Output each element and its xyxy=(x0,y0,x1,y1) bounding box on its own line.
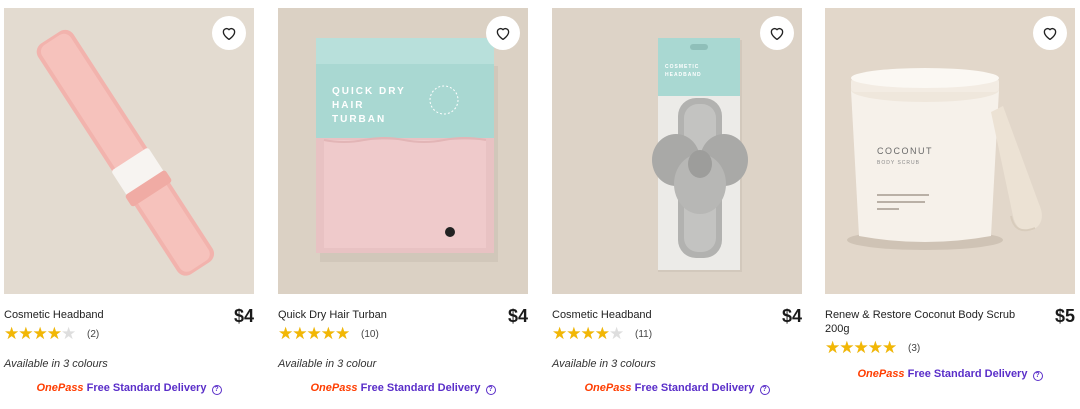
favourite-button[interactable] xyxy=(486,16,520,50)
product-rating[interactable]: ★★★★★ ★★★★★ (10) xyxy=(278,325,379,342)
product-rating[interactable]: ★★★★★ ★★★★★ (11) xyxy=(552,325,653,342)
onepass-logo: OnePass xyxy=(310,382,358,394)
heart-outline-icon xyxy=(496,27,510,41)
product-image[interactable] xyxy=(4,8,254,294)
onepass-logo: OnePass xyxy=(857,368,905,380)
stars-filled: ★★★★★ xyxy=(552,326,610,342)
heart-outline-icon xyxy=(222,27,236,41)
delivery-banner[interactable]: OnePass Free Standard Delivery ? xyxy=(552,382,802,395)
heart-outline-icon xyxy=(1043,27,1057,41)
product-info: Renew & Restore Coconut Body Scrub 200g … xyxy=(825,294,1075,408)
product-card[interactable]: Cosmetic Headband $4 ★★★★★ ★★★★★ (2) Ava… xyxy=(4,8,254,408)
delivery-label: Free Standard Delivery xyxy=(907,368,1028,380)
product-info: Quick Dry Hair Turban $4 ★★★★★ ★★★★★ (10… xyxy=(278,294,528,408)
coconut-scrub-tub-image: COCONUT BODY SCRUB xyxy=(825,8,1075,294)
delivery-label: Free Standard Delivery xyxy=(86,382,207,394)
package-line-1: COCONUT xyxy=(877,146,933,156)
review-count: (2) xyxy=(87,328,100,340)
delivery-label: Free Standard Delivery xyxy=(634,382,755,394)
review-count: (10) xyxy=(361,328,379,340)
favourite-button[interactable] xyxy=(1033,16,1067,50)
onepass-logo: OnePass xyxy=(584,382,632,394)
product-image[interactable]: COCONUT BODY SCRUB xyxy=(825,8,1075,294)
product-grid: Cosmetic Headband $4 ★★★★★ ★★★★★ (2) Ava… xyxy=(0,0,1080,409)
product-info: Cosmetic Headband $4 ★★★★★ ★★★★★ (2) Ava… xyxy=(4,294,254,408)
hair-turban-box-image: QUICK DRY HAIR TURBAN xyxy=(278,8,528,294)
availability-text: Available in 3 colours xyxy=(4,358,108,370)
package-line-2: HAIR xyxy=(332,100,364,111)
package-line-1: QUICK DRY xyxy=(332,86,406,97)
star-rating: ★★★★★ ★★★★★ xyxy=(278,325,361,342)
product-image[interactable]: COSMETIC HEADBAND xyxy=(552,8,802,294)
availability-text: Available in 3 colours xyxy=(552,358,656,370)
package-line-3: TURBAN xyxy=(332,114,386,125)
question-circle-icon[interactable]: ? xyxy=(485,385,496,395)
product-title[interactable]: Cosmetic Headband xyxy=(4,308,209,322)
question-circle-icon[interactable]: ? xyxy=(759,385,770,395)
favourite-button[interactable] xyxy=(212,16,246,50)
question-circle-icon[interactable]: ? xyxy=(1032,371,1043,381)
package-line-2: HEADBAND xyxy=(665,72,702,78)
favourite-button[interactable] xyxy=(760,16,794,50)
star-rating: ★★★★★ ★★★★★ xyxy=(825,339,908,356)
question-circle-icon[interactable]: ? xyxy=(211,385,222,395)
heart-outline-icon xyxy=(770,27,784,41)
star-rating: ★★★★★ ★★★★★ xyxy=(4,325,87,342)
onepass-logo: OnePass xyxy=(36,382,84,394)
product-rating[interactable]: ★★★★★ ★★★★★ (2) xyxy=(4,325,100,342)
product-card[interactable]: COSMETIC HEADBAND Cosmetic Headband $4 ★ xyxy=(552,8,802,408)
product-price: $4 xyxy=(507,306,528,326)
star-rating: ★★★★★ ★★★★★ xyxy=(552,325,635,342)
delivery-label: Free Standard Delivery xyxy=(360,382,481,394)
stars-filled: ★★★★★ xyxy=(825,340,897,356)
product-rating[interactable]: ★★★★★ ★★★★★ (3) xyxy=(825,339,921,356)
review-count: (3) xyxy=(908,342,921,354)
product-card[interactable]: QUICK DRY HAIR TURBAN Quick Dry Hair Tur… xyxy=(278,8,528,408)
product-card[interactable]: COCONUT BODY SCRUB Renew & Restore Cocon… xyxy=(825,8,1075,408)
pink-headband-image xyxy=(4,8,254,294)
product-image[interactable]: QUICK DRY HAIR TURBAN xyxy=(278,8,528,294)
stars-filled: ★★★★★ xyxy=(278,326,350,342)
product-price: $4 xyxy=(781,306,802,326)
package-line-1: COSMETIC xyxy=(665,64,699,70)
product-price: $5 xyxy=(1054,306,1075,326)
delivery-banner[interactable]: OnePass Free Standard Delivery ? xyxy=(825,368,1075,381)
product-title[interactable]: Quick Dry Hair Turban xyxy=(278,308,483,322)
package-line-2: BODY SCRUB xyxy=(877,160,920,166)
delivery-banner[interactable]: OnePass Free Standard Delivery ? xyxy=(4,382,254,395)
product-info: Cosmetic Headband $4 ★★★★★ ★★★★★ (11) Av… xyxy=(552,294,802,408)
delivery-banner[interactable]: OnePass Free Standard Delivery ? xyxy=(278,382,528,395)
availability-text: Available in 3 colour xyxy=(278,358,377,370)
review-count: (11) xyxy=(635,328,653,340)
product-title[interactable]: Cosmetic Headband xyxy=(552,308,757,322)
product-price: $4 xyxy=(233,306,254,326)
grey-bow-headband-image: COSMETIC HEADBAND xyxy=(552,8,802,294)
product-title[interactable]: Renew & Restore Coconut Body Scrub 200g xyxy=(825,308,1030,336)
stars-filled: ★★★★★ xyxy=(4,326,62,342)
